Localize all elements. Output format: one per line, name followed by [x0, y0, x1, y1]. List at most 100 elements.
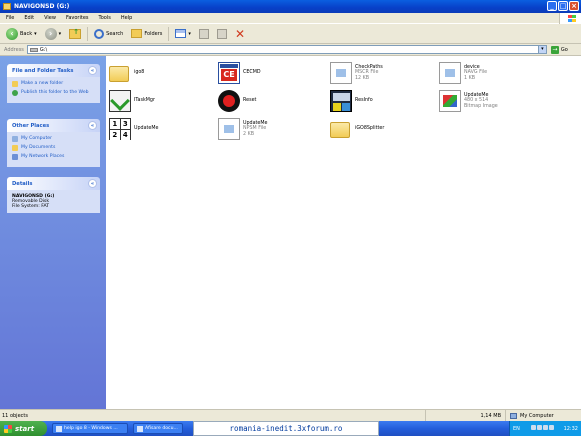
file-item-reset[interactable]: Reset — [218, 90, 256, 112]
task-pane: File and Folder Tasks « Make a new folder… — [0, 56, 106, 409]
minimize-button[interactable]: _ — [547, 1, 557, 11]
menu-view[interactable]: View — [44, 15, 56, 21]
resinfo-icon — [330, 90, 352, 112]
copy-to-icon — [216, 28, 227, 39]
folder-icon — [109, 62, 131, 84]
taskbar-item-afisare[interactable]: Afisare docu... — [133, 423, 183, 434]
detail-file-system: File System: FAT — [12, 204, 50, 209]
panel-body: NAVIGONSD (G:) Removable Disk File Syste… — [7, 190, 100, 213]
file-item-updateme-npsm[interactable]: UpdateMe NPSM File 2 KB — [218, 118, 267, 140]
file-size: 1 KB — [464, 75, 476, 81]
file-name: ITaskMgr — [134, 98, 155, 104]
new-folder-icon — [12, 81, 18, 87]
file-size: 2 KB — [243, 131, 255, 137]
collapse-chevron-icon[interactable]: « — [88, 121, 97, 130]
move-to-button[interactable] — [197, 26, 211, 42]
document-icon — [330, 62, 352, 84]
panel-body: My Computer My Documents My Network Plac… — [7, 132, 100, 167]
tray-icon[interactable] — [536, 425, 542, 430]
back-button[interactable]: ‹ Back ▾ — [4, 26, 39, 42]
address-bar: Address G:\ ▾ → Go — [0, 44, 581, 56]
file-item-checkpaths[interactable]: CheckPaths MSCR File 12 KB — [330, 62, 383, 84]
tray-icon[interactable] — [542, 425, 548, 430]
move-to-icon — [198, 28, 209, 39]
bitmap-icon — [439, 90, 461, 112]
status-bar: 11 objects 1,14 MB My Computer — [0, 409, 581, 421]
panel-header[interactable]: Details « — [7, 177, 100, 190]
file-item-igo8[interactable]: igo8 — [109, 62, 144, 84]
copy-to-button[interactable] — [215, 26, 229, 42]
grid-app-icon: 1 3 2 4 — [109, 118, 131, 140]
folders-icon — [131, 29, 143, 38]
file-item-igo8splitter[interactable]: iGO8Splitter — [330, 118, 384, 140]
chevron-down-icon: ▾ — [188, 30, 191, 37]
globe-icon — [12, 90, 18, 96]
language-indicator[interactable]: EN — [513, 426, 520, 432]
network-icon — [12, 154, 18, 160]
close-button[interactable]: × — [569, 1, 579, 11]
file-item-updateme-app[interactable]: 1 3 2 4 UpdateMe — [109, 118, 158, 140]
window-title: NAVIGONSD (G:) — [14, 3, 70, 10]
folders-button[interactable]: Folders — [129, 26, 164, 42]
back-arrow-icon: ‹ — [6, 27, 18, 40]
delete-button[interactable]: ✕ — [233, 26, 247, 42]
menu-bar: File Edit View Favorites Tools Help — [0, 13, 581, 24]
file-item-resinfo[interactable]: ResInfo — [330, 90, 373, 112]
browser-icon — [137, 425, 143, 432]
start-button[interactable]: start — [0, 421, 47, 436]
taskbar-item-help-igo[interactable]: help igo 8 - Windows ... — [52, 423, 128, 434]
panel-title: Other Places — [12, 122, 50, 129]
menu-file[interactable]: File — [6, 15, 14, 21]
tray-icon[interactable] — [530, 425, 536, 430]
up-folder-button[interactable]: ↑ — [67, 26, 83, 42]
file-item-updateme-bitmap[interactable]: UpdateMe 480 x 514 Bitmap Image — [439, 90, 498, 112]
delete-x-icon: ✕ — [234, 26, 245, 41]
collapse-chevron-icon[interactable]: « — [88, 66, 97, 75]
tray-icons — [530, 425, 554, 432]
file-name: UpdateMe — [134, 126, 159, 132]
task-publish-web[interactable]: Publish this folder to the Web — [12, 90, 95, 96]
file-type: NPSM File — [243, 126, 267, 132]
maximize-button[interactable]: □ — [558, 1, 568, 11]
documents-folder-icon — [12, 145, 18, 151]
window-title-bar[interactable]: NAVIGONSD (G:) _ □ × — [0, 0, 581, 13]
place-my-documents[interactable]: My Documents — [12, 145, 95, 151]
file-name: CECMD — [243, 70, 261, 76]
task-make-new-folder[interactable]: Make a new folder — [12, 81, 95, 87]
panel-header[interactable]: Other Places « — [7, 119, 100, 132]
status-location: My Computer — [520, 412, 554, 419]
menu-favorites[interactable]: Favorites — [66, 15, 89, 21]
place-my-computer[interactable]: My Computer — [12, 136, 95, 142]
views-button[interactable]: ▾ — [173, 26, 193, 42]
windows-logo-icon — [559, 13, 581, 24]
file-item-itaskmgr[interactable]: ITaskMgr — [109, 90, 155, 112]
place-label: My Documents — [21, 145, 56, 150]
collapse-chevron-icon[interactable]: « — [88, 179, 97, 188]
panel-header[interactable]: File and Folder Tasks « — [7, 64, 100, 77]
menu-tools[interactable]: Tools — [99, 15, 111, 21]
task-label: Make a new folder — [21, 81, 64, 86]
file-name: iGO8Splitter — [355, 126, 385, 132]
address-label: Address — [4, 46, 24, 53]
chevron-down-icon: ▾ — [34, 30, 37, 37]
details-panel: Details « NAVIGONSD (G:) Removable Disk F… — [7, 177, 100, 213]
folders-label: Folders — [144, 30, 163, 37]
place-my-network[interactable]: My Network Places — [12, 154, 95, 160]
clock[interactable]: 12:32 — [564, 426, 578, 432]
go-button[interactable]: → Go — [550, 45, 568, 54]
search-icon — [94, 28, 105, 39]
file-item-cecmd[interactable]: CE CECMD — [218, 62, 261, 84]
menu-edit[interactable]: Edit — [24, 15, 34, 21]
address-dropdown-button[interactable]: ▾ — [537, 46, 546, 53]
other-places-panel: Other Places « My Computer My Documents M… — [7, 119, 100, 167]
file-name: ResInfo — [355, 98, 373, 104]
address-input[interactable]: G:\ ▾ — [26, 45, 547, 54]
panel-title: Details — [12, 180, 33, 187]
file-item-device[interactable]: device NAVG File 1 KB — [439, 62, 487, 84]
search-button[interactable]: Search — [92, 26, 125, 42]
forward-button[interactable]: › ▾ — [43, 26, 64, 42]
panel-title: File and Folder Tasks — [12, 67, 74, 74]
menu-help[interactable]: Help — [121, 15, 132, 21]
browser-icon — [56, 425, 62, 432]
tray-icon[interactable] — [548, 425, 554, 430]
